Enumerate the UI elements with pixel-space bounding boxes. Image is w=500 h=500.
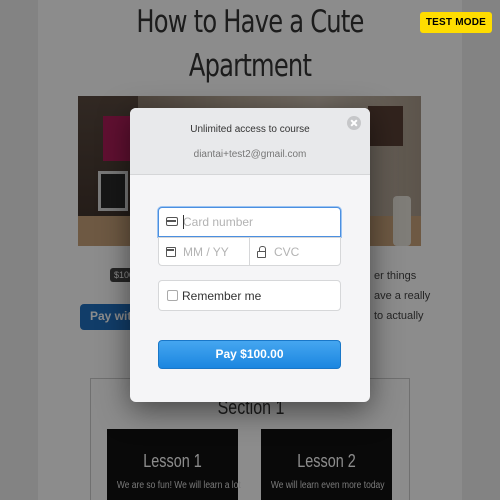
remember-me-checkbox[interactable]	[167, 290, 178, 301]
checkout-modal: Unlimited access to course diantai+test2…	[130, 108, 370, 402]
cvc-input[interactable]	[274, 238, 336, 265]
text-caret	[183, 215, 184, 229]
cvc-field[interactable]	[249, 237, 341, 266]
test-mode-badge: TEST MODE	[419, 12, 492, 33]
card-number-field[interactable]	[158, 207, 341, 237]
expiry-input[interactable]	[183, 238, 245, 265]
pay-button[interactable]: Pay $100.00	[158, 340, 341, 369]
card-number-input[interactable]	[183, 208, 333, 235]
lock-icon	[257, 246, 266, 258]
checkout-email: diantai+test2@gmail.com	[193, 149, 307, 160]
calendar-icon	[166, 247, 176, 257]
expiry-field[interactable]	[158, 237, 250, 266]
close-icon[interactable]	[347, 116, 361, 130]
remember-me-row[interactable]: Remember me	[158, 280, 341, 311]
credit-card-icon	[166, 217, 178, 226]
checkout-title: Unlimited access to course	[190, 124, 310, 135]
checkout-header: Unlimited access to course diantai+test2…	[130, 108, 370, 175]
remember-me-label: Remember me	[182, 289, 262, 303]
